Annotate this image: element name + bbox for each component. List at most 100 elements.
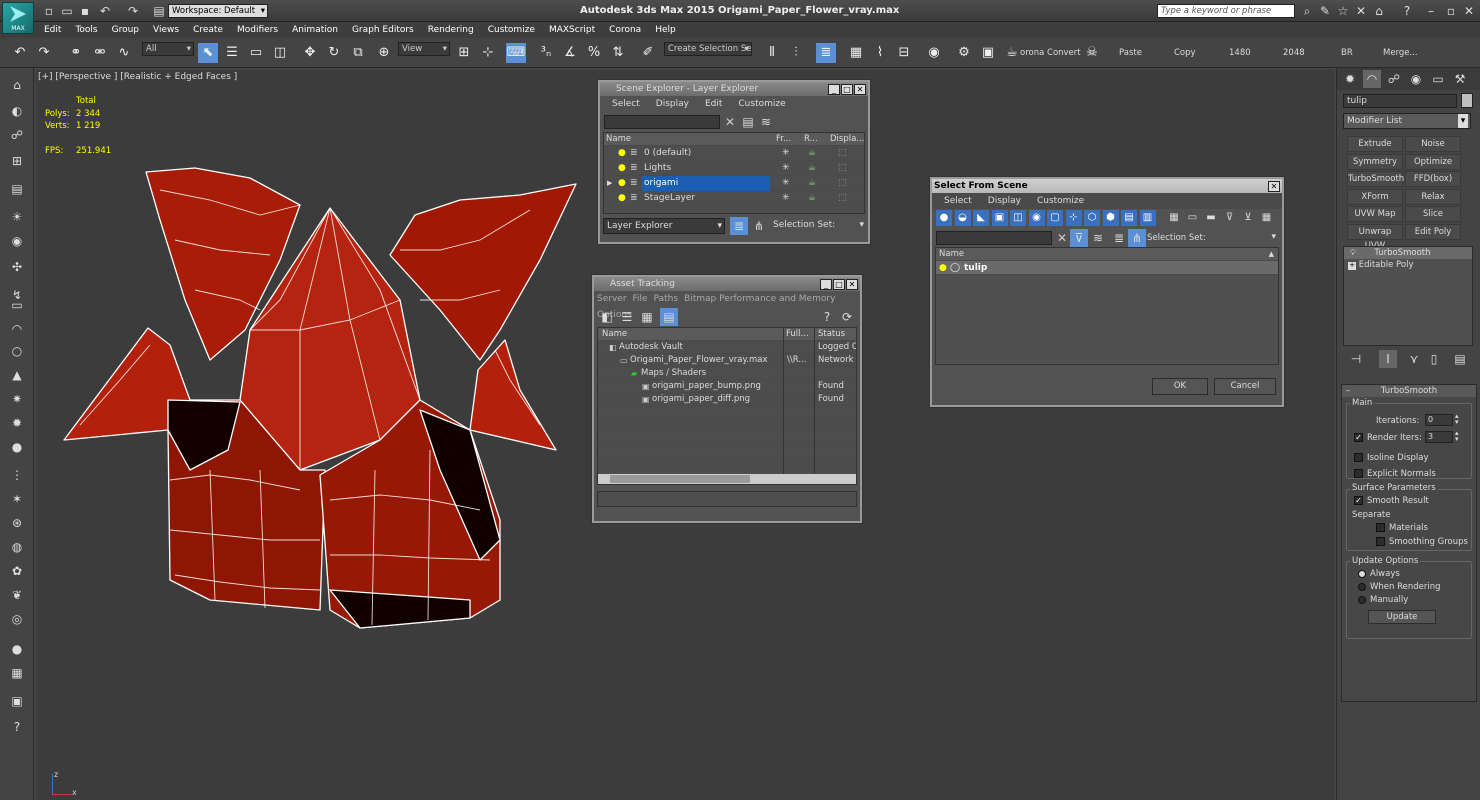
- menu-graph-editors[interactable]: Graph Editors: [352, 22, 414, 38]
- render-teapot-icon[interactable]: ☕: [808, 176, 816, 191]
- modifier-button-edit-poly[interactable]: Edit Poly: [1405, 223, 1461, 240]
- col-name[interactable]: Name: [606, 133, 631, 146]
- layer-name[interactable]: origami: [642, 176, 770, 191]
- filter-icon[interactable]: ⊽: [1222, 210, 1238, 226]
- select-from-scene-titlebar[interactable]: Select From Scene ✕: [932, 179, 1282, 193]
- menu-select[interactable]: Select: [944, 193, 972, 209]
- col-freeze[interactable]: Fr...: [776, 133, 791, 146]
- pin-stack-icon[interactable]: ⊣: [1347, 350, 1365, 368]
- modifier-button-symmetry[interactable]: Symmetry: [1347, 153, 1403, 170]
- menu-group[interactable]: Group: [112, 22, 139, 38]
- spinner-arrows-icon[interactable]: ▴ ▾: [1455, 430, 1459, 443]
- undo-icon[interactable]: ↶: [10, 43, 30, 63]
- render-iters-row[interactable]: ✓ Render Iters:: [1354, 433, 1422, 443]
- filter-spacewarps-icon[interactable]: ◉: [1028, 210, 1045, 226]
- modifier-button-optimize[interactable]: Optimize: [1405, 153, 1461, 170]
- close-x-icon[interactable]: ✕: [1352, 2, 1370, 20]
- rotate-icon[interactable]: ↻: [324, 43, 344, 63]
- angle-snap-icon[interactable]: ∡: [560, 43, 580, 63]
- scene-explorer-titlebar[interactable]: Scene Explorer - Layer Explorer _ □ ✕: [600, 82, 868, 96]
- filter-containers-icon[interactable]: ⬢: [1102, 210, 1119, 226]
- checkbox-unchecked-icon[interactable]: [1354, 469, 1363, 478]
- expand-arrow-icon[interactable]: ▶: [607, 176, 612, 191]
- merge-button[interactable]: Merge...: [1383, 48, 1418, 58]
- select-object-icon[interactable]: ⬉: [198, 43, 218, 63]
- new-file-icon[interactable]: ▫: [40, 2, 58, 20]
- layer-row[interactable]: ● ≣ 0 (default) ✳ ☕ ⬚: [604, 146, 864, 161]
- layer-row[interactable]: ● ≣ Lights ✳ ☕ ⬚: [604, 161, 864, 176]
- checkbox-unchecked-icon[interactable]: [1376, 523, 1385, 532]
- filter-xrefs-icon[interactable]: ⊹: [1065, 210, 1082, 226]
- col-status[interactable]: Status: [818, 328, 845, 341]
- display-tab-icon[interactable]: ▭: [1429, 70, 1447, 88]
- cameras-icon[interactable]: ◉: [8, 232, 26, 250]
- unlink-icon[interactable]: ⚮: [90, 43, 110, 63]
- menu-views[interactable]: Views: [153, 22, 179, 38]
- snaps-toggle-icon[interactable]: ³ₙ: [536, 43, 556, 63]
- sync-icon[interactable]: ≋: [1089, 229, 1107, 247]
- table-row[interactable]: ▣ origami_paper_diff.png Found: [598, 393, 856, 406]
- select-from-scene-search-input[interactable]: [936, 231, 1052, 245]
- star-icon[interactable]: ☆: [1334, 2, 1352, 20]
- display-all-icon[interactable]: ▦: [1166, 210, 1182, 226]
- pivot-center-icon[interactable]: ⊞: [454, 43, 474, 63]
- create-icon[interactable]: ⌂: [8, 76, 26, 94]
- modifier-button-unwrap-uvw[interactable]: Unwrap UVW: [1347, 223, 1403, 251]
- modifier-button-ffd-box-[interactable]: FFD(box): [1405, 171, 1461, 187]
- link-icon[interactable]: ⚭: [66, 43, 86, 63]
- hierarchy-icon[interactable]: ☍: [8, 126, 26, 144]
- edit-named-selection-icon[interactable]: ✐: [638, 43, 658, 63]
- paint-icon[interactable]: ⊛: [8, 514, 26, 532]
- scene-object-row[interactable]: ● ◯ tulip: [936, 261, 1278, 275]
- table-view-icon[interactable]: ▤: [660, 308, 678, 326]
- named-selection-set-dropdown[interactable]: Create Selection Se ▾: [664, 42, 752, 56]
- ok-button[interactable]: OK: [1152, 378, 1208, 395]
- search-input[interactable]: Type a keyword or phrase: [1157, 4, 1295, 18]
- table-row[interactable]: ◧Autodesk Vault Logged Ou: [598, 341, 856, 354]
- modifier-button-uvw-map[interactable]: UVW Map: [1347, 206, 1403, 222]
- table-row[interactable]: ▭ Origami_Paper_Flower_vray.max \\R... Netw…: [598, 354, 856, 367]
- size-1480-button[interactable]: 1480: [1229, 48, 1251, 58]
- window-close-icon[interactable]: ✕: [1460, 2, 1478, 20]
- cone-icon[interactable]: ▲: [8, 366, 26, 384]
- skull-icon[interactable]: ☠: [1082, 43, 1102, 63]
- size-2048-button[interactable]: 2048: [1283, 48, 1305, 58]
- checkbox-unchecked-icon[interactable]: [1354, 453, 1363, 462]
- render-teapot-icon[interactable]: ☕: [808, 161, 816, 176]
- lightbulb-icon[interactable]: 💡︎: [1350, 248, 1356, 257]
- light-icon[interactable]: ✷: [8, 390, 26, 408]
- close-icon[interactable]: ✕: [1268, 181, 1280, 192]
- isoline-display-checkbox[interactable]: Isoline Display: [1354, 453, 1429, 463]
- minimize-icon[interactable]: _: [828, 84, 840, 95]
- menu-display[interactable]: Display: [988, 193, 1021, 209]
- filter-cameras-icon[interactable]: ▣: [991, 210, 1008, 226]
- layer-name[interactable]: StageLayer: [642, 191, 697, 206]
- menu-edit[interactable]: Edit: [44, 22, 61, 38]
- col-display[interactable]: Displa...: [830, 133, 864, 146]
- bind-space-warp-icon[interactable]: ∿: [114, 43, 134, 63]
- tools-icon[interactable]: ✎: [1316, 2, 1334, 20]
- hierarchy-icon[interactable]: ⋔: [750, 217, 768, 235]
- layer-name[interactable]: Lights: [642, 161, 673, 176]
- menu-edit[interactable]: Edit: [705, 96, 722, 112]
- binoculars-icon[interactable]: ⌕: [1298, 2, 1316, 20]
- always-radio[interactable]: Always: [1358, 569, 1400, 579]
- signin-icon[interactable]: ⌂: [1370, 2, 1388, 20]
- menu-customize[interactable]: Customize: [488, 22, 535, 38]
- app-logo[interactable]: MAX: [2, 2, 34, 34]
- modifier-button-noise[interactable]: Noise: [1405, 136, 1461, 152]
- layer-manager-icon[interactable]: ≣: [816, 43, 836, 63]
- freeze-icon[interactable]: ✳: [782, 191, 790, 206]
- hierarchy-icon[interactable]: ⋔: [1128, 229, 1146, 247]
- help-icon[interactable]: ?: [1398, 2, 1416, 20]
- menu-animation[interactable]: Animation: [292, 22, 338, 38]
- redo-icon[interactable]: ↷: [34, 43, 54, 63]
- paste-button[interactable]: Paste: [1119, 48, 1142, 58]
- menu-display[interactable]: Display: [656, 96, 689, 112]
- clear-x-icon[interactable]: ✕: [721, 113, 739, 131]
- display-none-icon[interactable]: ▭: [1185, 210, 1201, 226]
- menu-corona[interactable]: Corona: [609, 22, 641, 38]
- thumbnail-icon[interactable]: ▦: [638, 308, 656, 326]
- display-box-icon[interactable]: ⬚: [838, 146, 847, 161]
- rollout-header[interactable]: – TurboSmooth: [1342, 385, 1476, 397]
